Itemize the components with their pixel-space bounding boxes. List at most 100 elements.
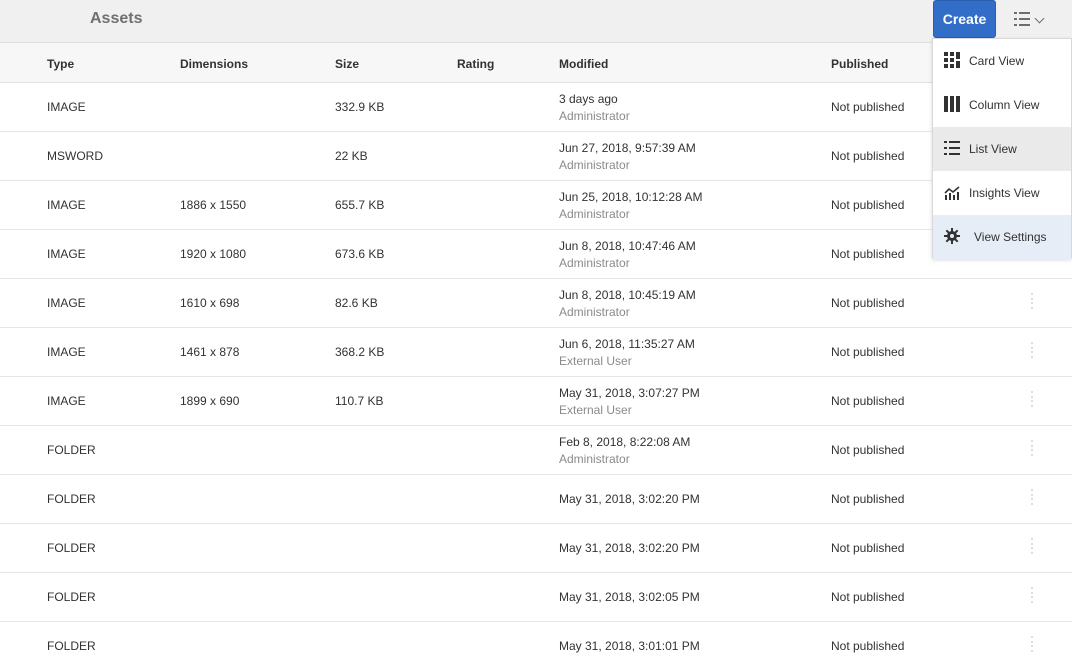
more-options-icon[interactable]: [1029, 538, 1035, 554]
cell-modified-date: Jun 8, 2018, 10:45:19 AM: [559, 288, 696, 302]
more-options-icon[interactable]: [1029, 391, 1035, 407]
cell-dimensions: 1886 x 1550: [180, 198, 247, 212]
table-row[interactable]: IMAGE 1899 x 690 110.7 KB May 31, 2018, …: [0, 377, 1072, 426]
table-row[interactable]: IMAGE 1920 x 1080 673.6 KB Jun 8, 2018, …: [0, 230, 1072, 279]
cell-type: FOLDER: [47, 492, 96, 506]
menu-item-label: List View: [969, 142, 1017, 156]
create-button[interactable]: Create: [933, 0, 996, 38]
more-options-icon[interactable]: [1029, 587, 1035, 603]
cell-published: Not published: [831, 247, 905, 261]
table-row[interactable]: IMAGE 1886 x 1550 655.7 KB Jun 25, 2018,…: [0, 181, 1072, 230]
cell-size: 22 KB: [335, 149, 368, 163]
column-header-modified[interactable]: Modified: [559, 57, 608, 71]
cell-size: 655.7 KB: [335, 198, 385, 212]
cell-type: IMAGE: [47, 100, 86, 114]
more-options-icon[interactable]: [1029, 293, 1035, 309]
cell-modified-date: Jun 8, 2018, 10:47:46 AM: [559, 239, 696, 253]
cell-modified-by: Administrator: [559, 158, 630, 172]
cell-size: 110.7 KB: [335, 394, 384, 408]
more-options-icon[interactable]: [1029, 489, 1035, 505]
cell-published: Not published: [831, 149, 905, 163]
cell-dimensions: 1610 x 698: [180, 296, 240, 310]
table-row[interactable]: FOLDER May 31, 2018, 3:02:20 PM Not publ…: [0, 475, 1072, 524]
cell-modified-by: External User: [559, 403, 632, 417]
menu-item-column-view[interactable]: Column View: [933, 83, 1071, 127]
column-header-size[interactable]: Size: [335, 57, 359, 71]
cell-modified-date: Jun 25, 2018, 10:12:28 AM: [559, 190, 703, 204]
cell-published: Not published: [831, 541, 905, 555]
cell-modified-by: Administrator: [559, 109, 630, 123]
menu-item-card-view[interactable]: Card View: [933, 39, 1071, 83]
more-options-icon[interactable]: [1029, 440, 1035, 456]
cell-published: Not published: [831, 394, 905, 408]
menu-item-label: Card View: [969, 54, 1025, 68]
table-row[interactable]: FOLDER May 31, 2018, 3:01:01 PM Not publ…: [0, 622, 1072, 671]
table-row[interactable]: FOLDER May 31, 2018, 3:02:20 PM Not publ…: [0, 524, 1072, 573]
cell-modified-date: Jun 6, 2018, 11:35:27 AM: [559, 337, 695, 351]
menu-item-view-settings[interactable]: View Settings: [933, 215, 1071, 259]
cell-dimensions: 1899 x 690: [180, 394, 240, 408]
table-row[interactable]: FOLDER Feb 8, 2018, 8:22:08 AM Administr…: [0, 426, 1072, 475]
cell-type: MSWORD: [47, 149, 103, 163]
column-header-type[interactable]: Type: [47, 57, 74, 71]
column-header-dimensions[interactable]: Dimensions: [180, 57, 248, 71]
cell-modified-date: May 31, 2018, 3:02:20 PM: [559, 541, 700, 555]
cell-dimensions: 1920 x 1080: [180, 247, 247, 261]
cell-modified-date: May 31, 2018, 3:01:01 PM: [559, 639, 700, 653]
view-switcher-button[interactable]: [1014, 8, 1060, 32]
cell-published: Not published: [831, 492, 905, 506]
more-options-icon[interactable]: [1029, 636, 1035, 652]
chevron-down-icon: [1034, 13, 1045, 23]
menu-item-label: View Settings: [974, 230, 1047, 244]
cell-modified-date: 3 days ago: [559, 92, 618, 106]
column-header-rating[interactable]: Rating: [457, 57, 494, 71]
asset-list: IMAGE 332.9 KB 3 days ago Administrator …: [0, 83, 1072, 671]
column-header-published[interactable]: Published: [831, 57, 888, 71]
cell-published: Not published: [831, 296, 905, 310]
cell-size: 673.6 KB: [335, 247, 385, 261]
cell-modified-date: May 31, 2018, 3:02:05 PM: [559, 590, 700, 604]
table-row[interactable]: IMAGE 1461 x 878 368.2 KB Jun 6, 2018, 1…: [0, 328, 1072, 377]
table-row[interactable]: FOLDER May 31, 2018, 3:02:05 PM Not publ…: [0, 573, 1072, 622]
table-header: Type Dimensions Size Rating Modified Pub…: [0, 43, 1072, 83]
more-options-icon[interactable]: [1029, 342, 1035, 358]
list-view-icon: [1014, 11, 1030, 29]
cell-published: Not published: [831, 639, 905, 653]
cell-type: FOLDER: [47, 639, 96, 653]
menu-item-insights-view[interactable]: Insights View: [933, 171, 1071, 215]
view-menu: Card View Column View List View Insights…: [932, 38, 1072, 259]
cell-type: IMAGE: [47, 345, 86, 359]
cell-type: IMAGE: [47, 247, 86, 261]
menu-item-label: Insights View: [969, 186, 1040, 200]
cell-type: FOLDER: [47, 541, 96, 555]
cell-modified-date: May 31, 2018, 3:07:27 PM: [559, 386, 700, 400]
cell-type: FOLDER: [47, 443, 96, 457]
cell-modified-by: Administrator: [559, 305, 630, 319]
cell-published: Not published: [831, 345, 905, 359]
card-view-icon: [944, 52, 962, 70]
table-row[interactable]: IMAGE 1610 x 698 82.6 KB Jun 8, 2018, 10…: [0, 279, 1072, 328]
top-bar: Assets Create: [0, 0, 1072, 43]
insights-view-icon: [944, 184, 962, 202]
table-row[interactable]: IMAGE 332.9 KB 3 days ago Administrator …: [0, 83, 1072, 132]
cell-type: IMAGE: [47, 198, 86, 212]
table-row[interactable]: MSWORD 22 KB Jun 27, 2018, 9:57:39 AM Ad…: [0, 132, 1072, 181]
menu-item-list-view[interactable]: List View: [933, 127, 1071, 171]
cell-type: FOLDER: [47, 590, 96, 604]
cell-modified-by: External User: [559, 354, 632, 368]
menu-item-label: Column View: [969, 98, 1040, 112]
cell-published: Not published: [831, 198, 905, 212]
cell-size: 368.2 KB: [335, 345, 385, 359]
cell-type: IMAGE: [47, 296, 86, 310]
cell-modified-by: Administrator: [559, 207, 630, 221]
cell-modified-date: Feb 8, 2018, 8:22:08 AM: [559, 435, 691, 449]
cell-modified-by: Administrator: [559, 256, 630, 270]
cell-published: Not published: [831, 590, 905, 604]
cell-size: 332.9 KB: [335, 100, 385, 114]
page-title: Assets: [90, 10, 143, 27]
cell-published: Not published: [831, 100, 905, 114]
column-view-icon: [944, 96, 962, 114]
list-view-icon: [944, 140, 962, 158]
cell-modified-date: May 31, 2018, 3:02:20 PM: [559, 492, 700, 506]
cell-size: 82.6 KB: [335, 296, 378, 310]
